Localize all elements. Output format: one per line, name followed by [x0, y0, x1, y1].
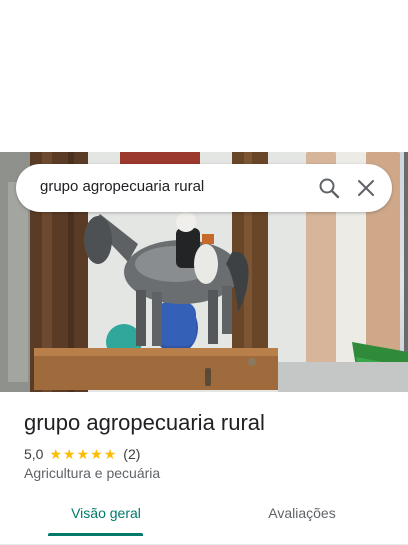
top-blank-area: [0, 0, 408, 152]
rating-value: 5,0: [24, 446, 44, 462]
star-icon: ★: [103, 446, 117, 462]
rating-row[interactable]: 5,0 ★ ★ ★ ★ ★ (2): [24, 445, 140, 463]
tab-bar: Visão geral Avaliações: [0, 500, 408, 545]
star-icon: ★: [76, 446, 90, 462]
tab-overview-label: Visão geral: [71, 505, 141, 521]
search-input[interactable]: grupo agropecuaria rural: [40, 178, 204, 195]
place-info-panel: grupo agropecuaria rural 5,0 ★ ★ ★ ★ ★ (…: [0, 392, 408, 545]
review-count[interactable]: (2): [123, 446, 140, 462]
tab-reviews-label: Avaliações: [268, 505, 336, 521]
star-icon: ★: [63, 446, 76, 462]
star-rating: ★ ★ ★ ★ ★: [49, 447, 117, 461]
search-bar[interactable]: grupo agropecuaria rural: [16, 164, 392, 212]
tab-overview[interactable]: Visão geral: [48, 500, 164, 544]
tab-reviews[interactable]: Avaliações: [252, 500, 352, 544]
search-icon[interactable]: [318, 177, 340, 199]
star-icon: ★: [49, 446, 63, 462]
star-icon: ★: [90, 446, 103, 462]
active-tab-indicator: [48, 533, 143, 536]
scrollbar[interactable]: [404, 152, 408, 352]
place-category[interactable]: Agricultura e pecuária: [24, 465, 160, 481]
place-title: grupo agropecuaria rural: [24, 410, 265, 435]
close-icon[interactable]: [356, 178, 376, 198]
